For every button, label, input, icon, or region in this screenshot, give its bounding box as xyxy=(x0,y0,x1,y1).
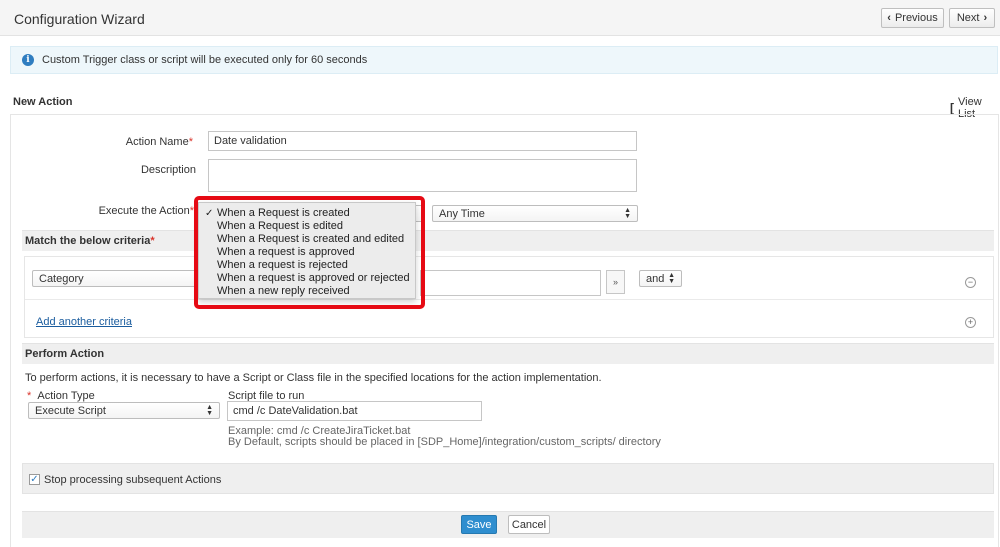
previous-button[interactable]: ‹ Previous xyxy=(881,8,944,28)
top-bar xyxy=(0,0,1000,36)
criteria-header-bar xyxy=(22,230,994,251)
criteria-value-input[interactable] xyxy=(420,270,601,296)
script-file-input[interactable]: cmd /c DateValidation.bat xyxy=(227,401,482,421)
cancel-button[interactable]: Cancel xyxy=(508,515,550,534)
perform-title: Perform Action xyxy=(25,348,105,360)
double-chevron-down-icon[interactable]: » xyxy=(606,270,625,294)
list-icon: [ xyxy=(950,101,954,115)
page-title: Configuration Wizard xyxy=(14,11,145,27)
stop-processing-checkbox[interactable]: ✓ xyxy=(29,474,40,485)
perform-note: To perform actions, it is necessary to h… xyxy=(25,372,602,384)
action-type-label: * Action Type xyxy=(27,390,95,402)
add-criteria-icon[interactable]: + xyxy=(965,317,976,328)
execute-action-label: Execute the Action* xyxy=(98,205,194,217)
section-title: New Action xyxy=(13,96,73,108)
description-label: Description xyxy=(140,164,196,176)
action-type-select[interactable]: Execute Script ▲ ▼ xyxy=(28,402,220,419)
criteria-title: Match the below criteria* xyxy=(25,235,155,247)
criteria-field-select[interactable]: Category xyxy=(32,270,202,287)
info-banner: i Custom Trigger class or script will be… xyxy=(10,46,998,74)
save-button[interactable]: Save xyxy=(461,515,497,534)
criteria-operator-select[interactable]: and ▲ ▼ xyxy=(639,270,682,287)
select-arrows-icon: ▲▼ xyxy=(668,271,675,285)
add-another-criteria-link[interactable]: Add another criteria xyxy=(36,316,132,328)
highlight-box xyxy=(194,196,425,309)
criteria-box xyxy=(24,256,994,338)
next-button[interactable]: Next › xyxy=(949,8,995,28)
select-arrows-icon: ▲▼ xyxy=(206,403,213,417)
info-icon: i xyxy=(22,54,34,66)
select-arrows-icon: ▲▼ xyxy=(624,206,631,220)
info-message: Custom Trigger class or script will be e… xyxy=(42,54,368,66)
stop-processing-label: Stop processing subsequent Actions xyxy=(44,474,222,486)
time-select[interactable]: Any Time ▲ ▼ xyxy=(432,205,638,222)
chevron-right-icon: › xyxy=(983,12,988,24)
action-name-label: Action Name* xyxy=(125,136,193,148)
remove-criteria-icon[interactable]: − xyxy=(965,277,976,288)
criteria-divider xyxy=(25,299,993,300)
chevron-left-icon: ‹ xyxy=(887,12,891,24)
script-default-note: By Default, scripts should be placed in … xyxy=(228,436,661,448)
perform-header-bar xyxy=(22,343,994,364)
action-name-input[interactable]: Date validation xyxy=(208,131,637,151)
description-textarea[interactable] xyxy=(208,159,637,192)
